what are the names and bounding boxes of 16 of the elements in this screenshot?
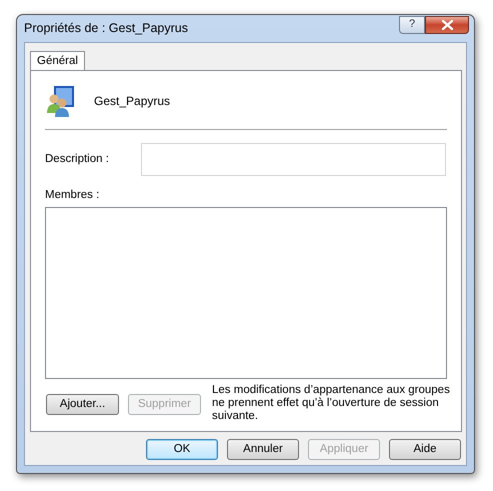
description-field[interactable] — [141, 143, 446, 176]
group-name: Gest_Papyrus — [94, 93, 170, 110]
help-button[interactable]: ? — [399, 16, 425, 34]
dialog-button[interactable]: Aide — [389, 439, 461, 460]
membership-note: Les modifications d’appartenance aux groupes ne prennent effet qu’à l’ouverture de session suivante. — [212, 384, 451, 423]
user-group-icon — [45, 85, 77, 117]
general-tab[interactable]: Général — [30, 51, 85, 71]
close-button[interactable] — [425, 16, 469, 34]
description-label: Description : — [45, 152, 110, 167]
window-title: Propriétés de : Gest_Papyrus — [24, 20, 189, 38]
members-list[interactable] — [45, 207, 447, 379]
member-button[interactable]: Ajouter... — [46, 394, 119, 415]
members-label: Membres : — [44, 188, 100, 202]
dialog-button[interactable]: Annuler — [227, 439, 299, 460]
dialog-button[interactable]: OK — [146, 439, 218, 460]
close-icon — [442, 20, 452, 30]
